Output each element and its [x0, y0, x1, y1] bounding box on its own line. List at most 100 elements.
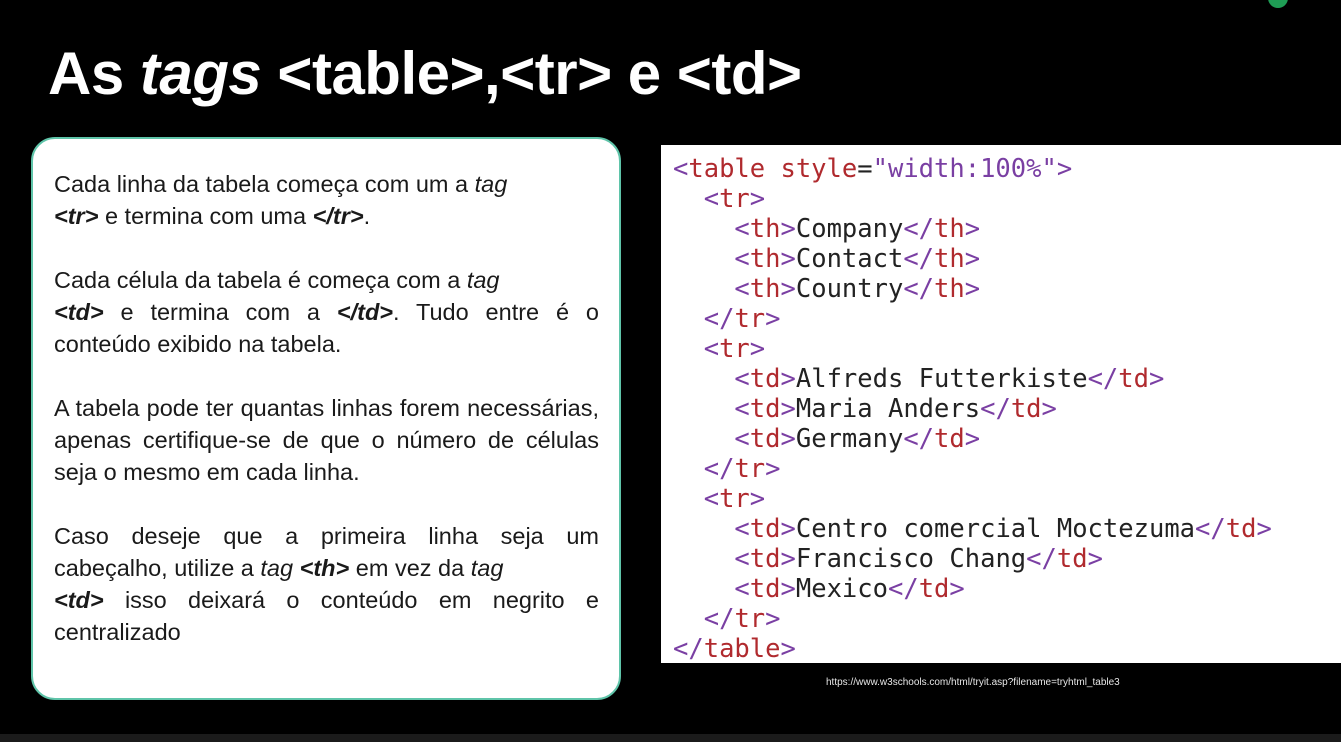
- tag-name: th: [934, 274, 965, 304]
- tag-name: td: [934, 424, 965, 454]
- angle-bracket: </: [1026, 544, 1057, 574]
- attribute-value: "width:100%": [872, 154, 1057, 184]
- tag-name: tr: [734, 454, 766, 484]
- explanation-card: Cada linha da tabela começa com um a tag…: [31, 137, 621, 700]
- angle-bracket: >: [765, 304, 781, 334]
- angle-bracket: <: [734, 544, 750, 574]
- tag-name: table: [688, 154, 766, 184]
- tag-name: th: [749, 274, 781, 304]
- angle-bracket: >: [780, 544, 796, 574]
- tag-name: td: [749, 394, 781, 424]
- angle-bracket: </: [903, 214, 935, 244]
- angle-bracket: >: [1056, 154, 1073, 184]
- tag-name: table: [703, 634, 781, 664]
- text: isso deixará o conteúdo em negrito e cen…: [54, 587, 599, 645]
- angle-bracket: </: [980, 394, 1011, 424]
- cell-text: Alfreds Futterkiste: [795, 364, 1088, 394]
- tag-word: tag: [260, 555, 294, 581]
- angle-bracket: >: [780, 214, 796, 244]
- tag-name: tr: [719, 184, 750, 214]
- code-line: <td>Mexico</td>: [673, 574, 1341, 604]
- code-line: <td>Germany</td>: [673, 424, 1341, 454]
- code-line: <th>Company</th>: [673, 214, 1341, 244]
- text: A tabela pode ter quantas linhas forem n…: [54, 395, 599, 485]
- code-line: </tr>: [673, 454, 1341, 484]
- code-line: <td>Maria Anders</td>: [673, 394, 1341, 424]
- angle-bracket: </: [903, 274, 935, 304]
- angle-bracket: >: [780, 424, 796, 454]
- cell-text: Mexico: [795, 574, 888, 604]
- cell-text: Francisco Chang: [795, 544, 1027, 574]
- tag-word: tag: [474, 171, 508, 197]
- angle-bracket: >: [964, 244, 981, 274]
- text: Cada linha da tabela começa com um a: [54, 171, 475, 197]
- tag-td-open: <td>: [54, 587, 104, 613]
- code-line: <td>Centro comercial Moctezuma</td>: [673, 514, 1341, 544]
- text: .: [363, 203, 371, 229]
- angle-bracket: >: [964, 214, 981, 244]
- cell-text: Centro comercial Moctezuma: [795, 514, 1196, 544]
- angle-bracket: <: [673, 154, 689, 184]
- tag-name: tr: [734, 604, 766, 634]
- angle-bracket: </: [703, 604, 735, 634]
- angle-bracket: >: [1149, 364, 1165, 394]
- tag-name: td: [749, 424, 781, 454]
- angle-bracket: <: [703, 334, 720, 364]
- tag-th-open: <th>: [299, 555, 350, 581]
- text: e termina com uma: [98, 203, 313, 229]
- tag-name: td: [1225, 514, 1257, 544]
- angle-bracket: >: [964, 274, 981, 304]
- angle-bracket: <: [734, 514, 750, 544]
- tag-name: th: [749, 214, 781, 244]
- code-line: <th>Contact</th>: [673, 244, 1341, 274]
- code-example: <table style="width:100%"> <tr> <th>Comp…: [661, 145, 1341, 664]
- angle-bracket: <: [703, 484, 720, 514]
- code-line: <td>Alfreds Futterkiste</td>: [673, 364, 1341, 394]
- title-part-2: tags: [139, 40, 262, 107]
- angle-bracket: >: [749, 484, 766, 514]
- angle-bracket: </: [887, 574, 919, 604]
- title-part-1: As: [48, 40, 140, 107]
- tag-word: tag: [466, 267, 500, 293]
- angle-bracket: </: [1195, 514, 1226, 544]
- angle-bracket: >: [780, 514, 796, 544]
- angle-bracket: </: [1087, 364, 1119, 394]
- code-line: <table style="width:100%">: [673, 154, 1341, 184]
- angle-bracket: >: [964, 424, 981, 454]
- paragraph-rows: A tabela pode ter quantas linhas forem n…: [54, 392, 599, 488]
- source-link[interactable]: https://www.w3schools.com/html/tryit.asp…: [826, 676, 1120, 689]
- angle-bracket: >: [1041, 394, 1057, 424]
- tag-name: tr: [719, 484, 750, 514]
- tag-name: td: [1010, 394, 1042, 424]
- text: Cada célula da tabela é começa com a: [54, 267, 467, 293]
- angle-bracket: >: [780, 634, 796, 664]
- angle-bracket: >: [780, 244, 796, 274]
- angle-bracket: </: [903, 424, 935, 454]
- tag-name: th: [934, 244, 965, 274]
- tag-name: tr: [719, 334, 750, 364]
- code-line: <tr>: [673, 184, 1341, 214]
- tag-name: th: [749, 244, 781, 274]
- angle-bracket: >: [765, 454, 781, 484]
- angle-bracket: >: [780, 574, 796, 604]
- angle-bracket: >: [780, 364, 796, 394]
- angle-bracket: </: [703, 304, 735, 334]
- code-line: <tr>: [673, 484, 1341, 514]
- attribute-equals: =: [857, 154, 873, 184]
- code-line: <tr>: [673, 334, 1341, 364]
- tag-name: th: [934, 214, 965, 244]
- code-block: <table style="width:100%"> <tr> <th>Comp…: [673, 154, 1341, 664]
- tag-td-open: <td>: [54, 299, 104, 325]
- tag-tr-close: </tr>: [312, 203, 364, 229]
- paragraph-th: Caso deseje que a primeira linha seja um…: [54, 520, 599, 648]
- attribute-name: style: [765, 154, 858, 184]
- tag-name: td: [918, 574, 950, 604]
- angle-bracket: </: [903, 244, 935, 274]
- angle-bracket: <: [734, 424, 750, 454]
- tag-td-close: </td>: [336, 299, 394, 325]
- tag-name: td: [1056, 544, 1088, 574]
- angle-bracket: <: [734, 574, 750, 604]
- angle-bracket: <: [734, 394, 750, 424]
- code-line: </table>: [673, 634, 1341, 664]
- code-line: </tr>: [673, 604, 1341, 634]
